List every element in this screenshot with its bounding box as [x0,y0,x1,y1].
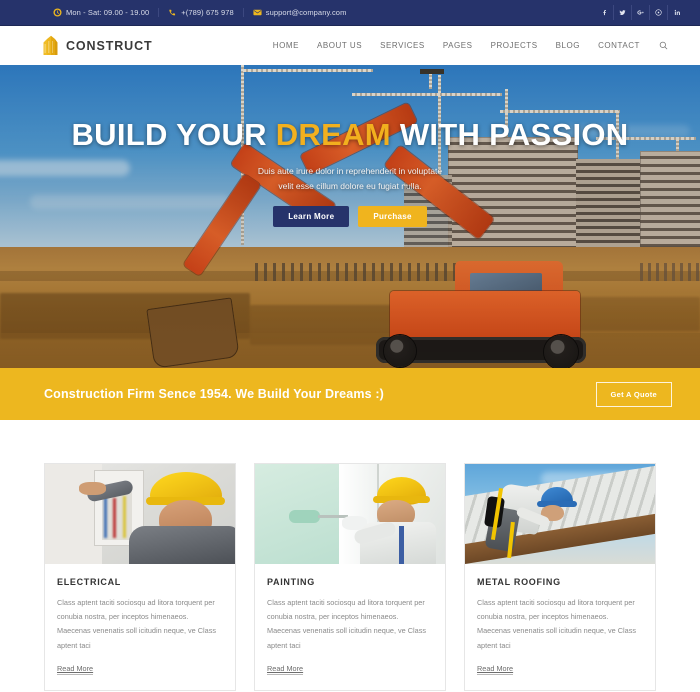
worker-jacket [128,526,235,564]
wire-blue [103,494,107,538]
paint-roller [289,510,320,523]
services-section: ELECTRICAL Class aptent taciti sociosqu … [0,420,700,691]
google-plus-icon[interactable] [632,5,650,20]
main-navigation: HOME ABOUT US SERVICES PAGES PROJECTS BL… [264,41,672,50]
social-links [596,5,686,20]
search-button[interactable] [649,41,672,50]
site-header: CONSTRUCT HOME ABOUT US SERVICES PAGES P… [0,26,700,65]
nav-item-contact[interactable]: CONTACT [589,41,649,50]
nav-item-services[interactable]: SERVICES [371,41,434,50]
email-address-text: support@company.com [265,8,347,17]
worker-hand [79,482,106,495]
site-logo[interactable]: CONSTRUCT [42,35,153,56]
business-hours-text: Mon - Sat: 09.00 - 19.00 [66,8,150,17]
wire-yellow [122,496,126,538]
hero-title-part1: BUILD YOUR [71,117,276,152]
phone-number[interactable]: +(789) 675 978 [158,8,242,17]
hero-buttons: Learn More Purchase [0,205,700,227]
pinterest-icon[interactable] [650,5,668,20]
service-card-title: METAL ROOFING [477,577,561,587]
building-icon [43,35,58,55]
search-icon [659,41,668,50]
nav-item-blog[interactable]: BLOG [547,41,589,50]
service-card-image [45,464,235,564]
service-card-title: ELECTRICAL [57,577,121,587]
nav-item-projects[interactable]: PROJECTS [482,41,547,50]
wire-red [113,498,117,538]
top-bar-contact-group: Mon - Sat: 09.00 - 19.00 +(789) 675 978 … [44,8,355,17]
hero-banner: BUILD YOUR DREAM WITH PASSION Duis aute … [0,65,700,368]
email-address[interactable]: support@company.com [242,8,356,17]
overall-strap [399,526,405,564]
nav-item-pages[interactable]: PAGES [434,41,482,50]
purchase-button[interactable]: Purchase [358,205,427,227]
service-card-image [465,464,655,564]
business-hours: Mon - Sat: 09.00 - 19.00 [44,8,158,17]
cta-banner: Construction Firm Sence 1954. We Build Y… [0,368,700,420]
service-card[interactable]: PAINTING Class aptent taciti sociosqu ad… [254,463,446,691]
read-more-link[interactable]: Read More [267,664,304,675]
hero-title-highlight: DREAM [275,117,391,152]
service-card-text: Class aptent taciti sociosqu ad litora t… [267,598,426,650]
service-card-text: Class aptent taciti sociosqu ad litora t… [57,598,216,650]
service-card-title: PAINTING [267,577,315,587]
envelope-icon [253,9,262,16]
cta-text: Construction Firm Sence 1954. We Build Y… [44,387,384,401]
phone-icon [169,9,176,16]
nav-item-about-us[interactable]: ABOUT US [308,41,371,50]
clock-icon [53,8,62,17]
get-a-quote-button[interactable]: Get A Quote [595,381,672,407]
hero-title: BUILD YOUR DREAM WITH PASSION [0,119,700,150]
hero-content: BUILD YOUR DREAM WITH PASSION Duis aute … [0,119,700,227]
service-card-text: Class aptent taciti sociosqu ad litora t… [477,598,636,650]
service-card-body: METAL ROOFING Class aptent taciti socios… [465,564,655,690]
hero-title-part2: WITH PASSION [390,117,629,152]
hero-subtitle-line1: Duis aute irure dolor in reprehenderit i… [257,166,443,176]
twitter-icon[interactable] [614,5,632,20]
service-card-body: ELECTRICAL Class aptent taciti sociosqu … [45,564,235,690]
service-card[interactable]: ELECTRICAL Class aptent taciti sociosqu … [44,463,236,691]
site-logo-text: CONSTRUCT [66,38,153,53]
phone-number-text: +(789) 675 978 [181,8,234,17]
nav-item-home[interactable]: HOME [264,41,308,50]
top-bar: Mon - Sat: 09.00 - 19.00 +(789) 675 978 … [0,0,700,26]
service-card[interactable]: METAL ROOFING Class aptent taciti socios… [464,463,656,691]
read-more-link[interactable]: Read More [477,664,514,675]
service-card-body: PAINTING Class aptent taciti sociosqu ad… [255,564,445,690]
read-more-link[interactable]: Read More [57,664,94,675]
hero-subtitle-line2: velit esse cillum dolore eu fugiat nulla… [278,180,422,191]
learn-more-button[interactable]: Learn More [273,205,350,227]
service-card-image [255,464,445,564]
linkedin-icon[interactable] [668,5,686,20]
facebook-icon[interactable] [596,5,614,20]
hero-subtitle: Duis aute irure dolor in reprehenderit i… [0,164,700,194]
